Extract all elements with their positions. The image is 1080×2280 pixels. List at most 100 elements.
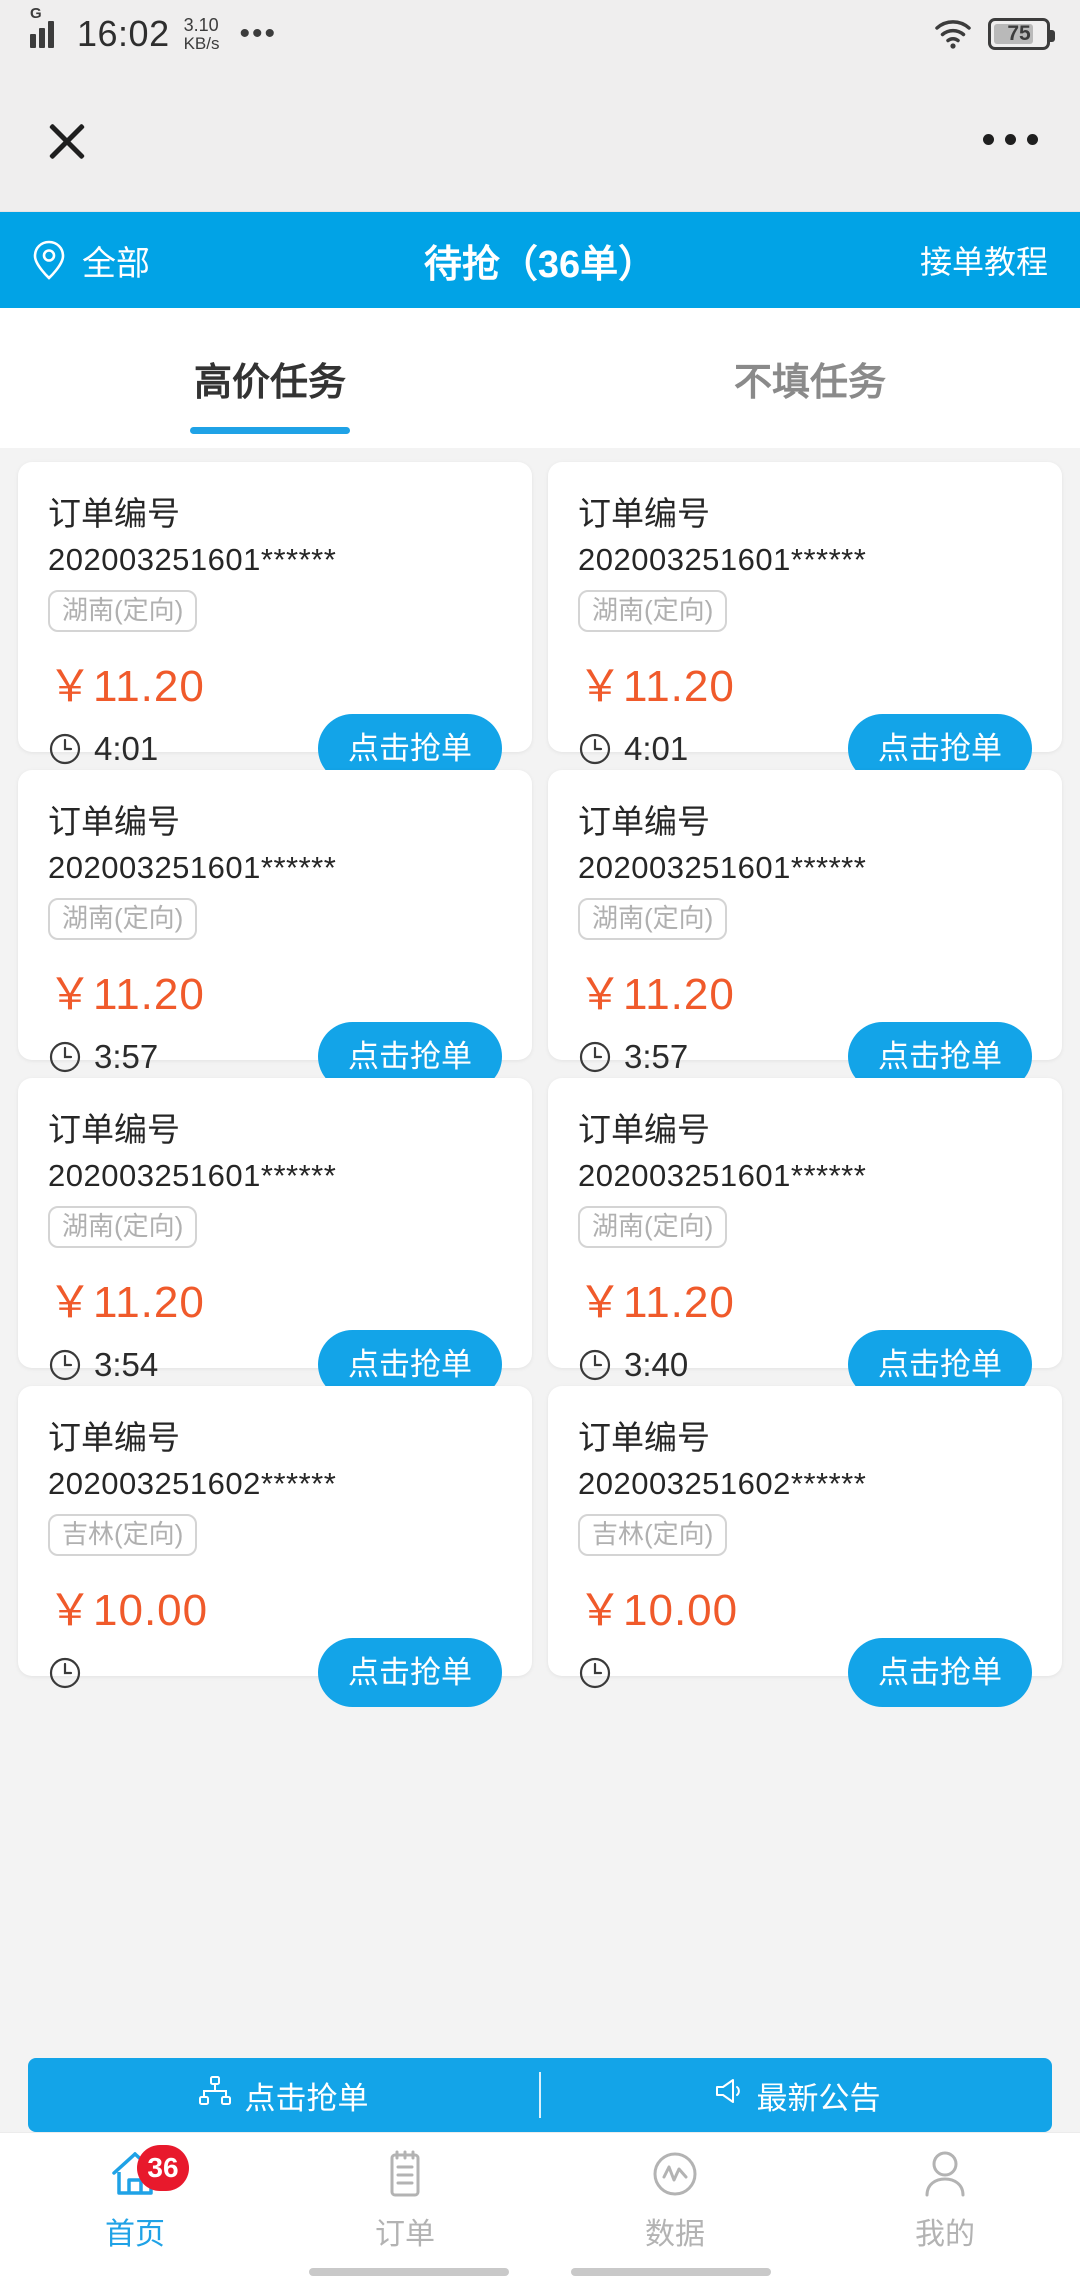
status-overflow-icon: ••• bbox=[239, 17, 278, 50]
order-card-footer: 点击抢单 bbox=[578, 1638, 1032, 1708]
action-grab-order-label: 点击抢单 bbox=[244, 2080, 369, 2116]
order-no-label: 订单编号 bbox=[48, 495, 180, 532]
network-speed: 3.10 KB/s bbox=[183, 15, 220, 53]
order-card[interactable]: 订单编号 202003251601****** 湖南(定向) ￥11.20 3:… bbox=[18, 770, 532, 1092]
order-price: ￥11.20 bbox=[578, 662, 735, 712]
nav-item-home-label: 首页 bbox=[105, 2217, 165, 2251]
clock-icon bbox=[578, 732, 612, 766]
region-tag: 湖南(定向) bbox=[578, 898, 728, 941]
grab-order-button[interactable]: 点击抢单 bbox=[318, 1638, 502, 1708]
chart-circle-icon bbox=[648, 2147, 702, 2201]
order-tag-row: 湖南(定向) bbox=[48, 590, 502, 633]
nav-item-profile[interactable]: 我的 bbox=[810, 2133, 1080, 2280]
order-card[interactable]: 订单编号 202003251602****** 吉林(定向) ￥10.00 点击… bbox=[548, 1386, 1062, 1708]
order-no-label: 订单编号 bbox=[48, 1419, 180, 1456]
clipboard-icon bbox=[378, 2147, 432, 2201]
wifi-icon bbox=[934, 19, 972, 49]
order-timer-text: 3:57 bbox=[94, 1037, 159, 1075]
order-number: 202003251601****** bbox=[578, 1158, 867, 1194]
status-clock: 16:02 bbox=[77, 13, 170, 54]
signal-bars-icon: G bbox=[30, 6, 63, 48]
order-no-label: 订单编号 bbox=[578, 803, 710, 840]
order-number: 202003251601****** bbox=[48, 850, 337, 886]
nav-item-profile-label: 我的 bbox=[915, 2217, 975, 2251]
order-timer bbox=[48, 1656, 94, 1690]
order-timer-text: 3:57 bbox=[624, 1037, 689, 1075]
phone-screen: G 16:02 3.10 KB/s ••• 75 全部 待抢（36单） 接单教程… bbox=[0, 0, 1080, 2280]
bottom-navigation: 36 首页 订单 数据 我的 bbox=[0, 2132, 1080, 2280]
network-speed-unit: KB/s bbox=[183, 33, 220, 53]
region-tag: 湖南(定向) bbox=[48, 1206, 198, 1249]
order-number: 202003251601****** bbox=[48, 1158, 337, 1194]
order-timer-text: 3:54 bbox=[94, 1345, 159, 1383]
order-price: ￥10.00 bbox=[578, 1586, 739, 1636]
order-number: 202003251602****** bbox=[48, 1466, 337, 1502]
tab-high-price[interactable]: 高价任务 bbox=[0, 308, 540, 448]
network-nodes-icon bbox=[198, 2076, 231, 2114]
task-tabs: 高价任务 不填任务 bbox=[0, 308, 1080, 448]
order-no-label: 订单编号 bbox=[48, 1111, 180, 1148]
order-card[interactable]: 订单编号 202003251601****** 湖南(定向) ￥11.20 4:… bbox=[548, 462, 1062, 784]
nav-item-data-label: 数据 bbox=[645, 2217, 705, 2251]
home-badge: 36 bbox=[137, 2145, 189, 2191]
nav-item-data[interactable]: 数据 bbox=[540, 2133, 810, 2280]
action-latest-notice[interactable]: 最新公告 bbox=[541, 2073, 1052, 2118]
order-timer-text: 4:01 bbox=[624, 729, 689, 767]
floating-action-bar: 点击抢单 最新公告 bbox=[28, 2058, 1052, 2132]
person-icon bbox=[918, 2147, 972, 2201]
tutorial-link[interactable]: 接单教程 bbox=[920, 237, 1048, 283]
order-tag-row: 湖南(定向) bbox=[578, 1206, 1032, 1249]
region-tag: 湖南(定向) bbox=[578, 1206, 728, 1249]
status-bar-right: 75 bbox=[934, 18, 1055, 50]
region-tag: 湖南(定向) bbox=[48, 590, 198, 633]
order-number: 202003251602****** bbox=[578, 1466, 867, 1502]
app-header: 全部 待抢（36单） 接单教程 bbox=[0, 212, 1080, 308]
order-card[interactable]: 订单编号 202003251602****** 吉林(定向) ￥10.00 点击… bbox=[18, 1386, 532, 1708]
action-grab-order[interactable]: 点击抢单 bbox=[28, 2073, 539, 2118]
clock-icon bbox=[578, 1348, 612, 1382]
order-price: ￥11.20 bbox=[48, 1278, 205, 1328]
order-tag-row: 湖南(定向) bbox=[48, 1206, 502, 1249]
order-tag-row: 吉林(定向) bbox=[48, 1514, 502, 1557]
order-card[interactable]: 订单编号 202003251601****** 湖南(定向) ￥11.20 3:… bbox=[548, 770, 1062, 1092]
tab-no-fill[interactable]: 不填任务 bbox=[540, 308, 1080, 448]
order-timer: 4:01 bbox=[578, 730, 688, 768]
order-no-label: 订单编号 bbox=[578, 1419, 710, 1456]
close-icon[interactable] bbox=[42, 115, 92, 165]
order-number: 202003251601****** bbox=[578, 850, 867, 886]
order-card[interactable]: 订单编号 202003251601****** 湖南(定向) ￥11.20 4:… bbox=[18, 462, 532, 784]
more-options-icon[interactable] bbox=[983, 134, 1038, 145]
tab-high-price-label: 高价任务 bbox=[193, 361, 346, 404]
order-timer: 3:54 bbox=[48, 1346, 158, 1384]
status-bar: G 16:02 3.10 KB/s ••• 75 bbox=[0, 0, 1080, 68]
order-price: ￥10.00 bbox=[48, 1586, 209, 1636]
nav-item-orders-label: 订单 bbox=[375, 2217, 435, 2251]
order-card-grid: 订单编号 202003251601****** 湖南(定向) ￥11.20 4:… bbox=[0, 448, 1080, 2238]
order-card-footer: 点击抢单 bbox=[48, 1638, 502, 1708]
order-timer: 3:57 bbox=[48, 1038, 158, 1076]
order-price: ￥11.20 bbox=[578, 970, 735, 1020]
nav-item-orders[interactable]: 订单 bbox=[270, 2133, 540, 2280]
order-no-label: 订单编号 bbox=[578, 495, 710, 532]
order-no-label: 订单编号 bbox=[578, 1111, 710, 1148]
order-price: ￥11.20 bbox=[48, 970, 205, 1020]
nav-item-home[interactable]: 36 首页 bbox=[0, 2133, 270, 2280]
battery-indicator: 75 bbox=[988, 18, 1055, 50]
order-number: 202003251601****** bbox=[48, 542, 337, 578]
location-filter-button[interactable]: 全部 bbox=[32, 236, 150, 285]
action-latest-notice-label: 最新公告 bbox=[756, 2080, 881, 2116]
status-bar-left: G 16:02 3.10 KB/s ••• bbox=[30, 6, 278, 55]
order-timer-text: 3:40 bbox=[624, 1345, 689, 1383]
location-pin-icon bbox=[32, 240, 66, 280]
grab-order-button[interactable]: 点击抢单 bbox=[848, 1638, 1032, 1708]
order-tag-row: 湖南(定向) bbox=[578, 590, 1032, 633]
order-tag-row: 湖南(定向) bbox=[578, 898, 1032, 941]
order-timer: 3:40 bbox=[578, 1346, 688, 1384]
order-card[interactable]: 订单编号 202003251601****** 湖南(定向) ￥11.20 3:… bbox=[548, 1078, 1062, 1400]
page-title: 待抢（36单） bbox=[423, 243, 657, 286]
battery-level-label: 75 bbox=[1007, 22, 1031, 45]
location-filter-label: 全部 bbox=[82, 244, 150, 283]
order-card[interactable]: 订单编号 202003251601****** 湖南(定向) ￥11.20 3:… bbox=[18, 1078, 532, 1400]
network-type-label: G bbox=[30, 5, 42, 22]
tab-no-fill-label: 不填任务 bbox=[733, 361, 886, 404]
